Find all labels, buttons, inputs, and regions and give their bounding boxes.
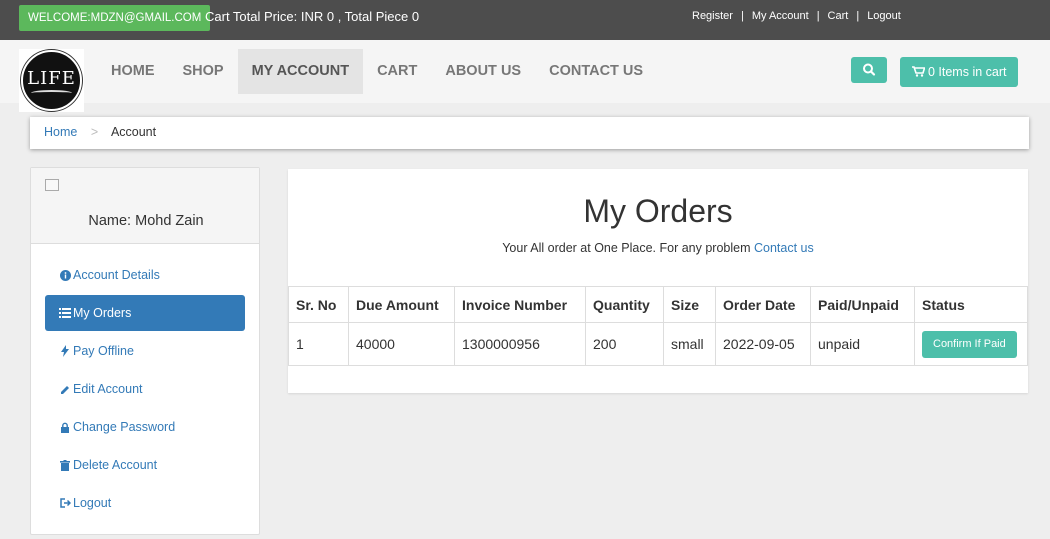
sidebar-item-change-password[interactable]: Change Password [45,409,245,445]
sidebar-item-label: My Orders [73,306,132,320]
breadcrumb-home[interactable]: Home [44,125,77,139]
lock-icon [59,421,71,433]
cart-button-label: 0 Items in cart [927,65,1007,79]
logout-link[interactable]: Logout [867,10,901,22]
nav-home[interactable]: HOME [97,49,169,94]
logo-emblem: LIFE [21,50,82,111]
column-header: Due Amount [348,286,455,323]
sidebar-item-delete-account[interactable]: Delete Account [45,447,245,483]
info-icon [59,269,71,281]
sidebar-item-edit-account[interactable]: Edit Account [45,371,245,407]
column-header: Invoice Number [454,286,586,323]
column-header: Sr. No [288,286,349,323]
sidebar-item-pay-offline[interactable]: Pay Offline [45,333,245,369]
bolt-icon [59,345,71,357]
cell-paid-status: unpaid [810,322,915,366]
separator: | [740,10,744,22]
sidebar-item-account-details[interactable]: Account Details [45,257,245,293]
nav-my-account[interactable]: MY ACCOUNT [237,49,364,94]
sidebar-item-logout[interactable]: Logout [45,485,245,521]
sidebar-item-label: Logout [73,496,112,510]
shopping-cart-icon [911,66,926,77]
subtitle-text: Your All order at One Place. For any pro… [502,241,754,255]
cart-total-info: Cart Total Price: INR 0 , Total Piece 0 [205,9,420,24]
main-navbar: LIFE HOME SHOP MY ACCOUNT CART ABOUT US … [0,40,1050,112]
sidebar-item-label: Pay Offline [73,344,134,358]
trash-icon [59,459,71,471]
search-button[interactable] [851,57,887,83]
site-logo[interactable]: LIFE [19,49,84,112]
nav-about-us[interactable]: ABOUT US [431,49,535,94]
breadcrumb: Home > Account [30,117,1029,149]
sidebar-item-label: Delete Account [73,458,158,472]
nav-shop[interactable]: SHOP [169,49,238,94]
cell-quantity: 200 [585,322,664,366]
cell-status: Confirm If Paid [914,322,1028,366]
sidebar-item-label: Account Details [73,268,160,282]
register-link[interactable]: Register [692,10,733,22]
welcome-badge: WELCOME:MDZN@GMAIL.COM [19,5,211,31]
nav-menu: HOME SHOP MY ACCOUNT CART ABOUT US CONTA… [97,49,657,94]
breadcrumb-separator: > [90,125,99,139]
breadcrumb-current: Account [110,125,157,139]
nav-contact-us[interactable]: CONTACT US [535,49,657,94]
search-icon [863,63,876,76]
cell-due-amount: 40000 [348,322,455,366]
cell-size: small [663,322,716,366]
page-subtitle: Your All order at One Place. For any pro… [288,241,1028,255]
logo-text: LIFE [27,68,76,89]
sidebar-item-label: Edit Account [73,382,143,396]
confirm-if-paid-button[interactable]: Confirm If Paid [922,330,1017,358]
cell-sr-no: 1 [288,322,349,366]
cell-order-date: 2022-09-05 [715,322,811,366]
sidebar-item-my-orders[interactable]: My Orders [45,295,245,331]
column-header: Order Date [715,286,811,323]
sidebar-item-label: Change Password [73,420,176,434]
account-sidebar: Name: Mohd Zain Account Details My Order… [30,167,260,535]
table-header-row: Sr. No Due Amount Invoice Number Quantit… [288,286,1028,323]
profile-header: Name: Mohd Zain [31,168,259,244]
cell-invoice-number: 1300000956 [454,322,586,366]
page-title: My Orders [583,193,733,229]
my-account-link[interactable]: My Account [752,10,809,22]
separator: | [856,10,860,22]
orders-panel: My Orders Your All order at One Place. F… [288,169,1028,393]
cart-button[interactable]: 0 Items in cart [900,57,1018,87]
top-links: Register | My Account | Cart | Logout [692,10,901,22]
table-row: 1 40000 1300000956 200 small 2022-09-05 … [288,322,1028,366]
logo-swoosh [31,90,72,96]
cart-link[interactable]: Cart [828,10,849,22]
separator: | [816,10,820,22]
profile-name: Name: Mohd Zain [88,213,204,229]
orders-table: Sr. No Due Amount Invoice Number Quantit… [288,286,1028,366]
column-header: Status [914,286,1028,323]
column-header: Paid/Unpaid [810,286,915,323]
nav-cart[interactable]: CART [363,49,431,94]
column-header: Size [663,286,716,323]
contact-us-link[interactable]: Contact us [754,241,814,255]
top-bar: WELCOME:MDZN@GMAIL.COM Cart Total Price:… [0,0,1050,40]
pencil-icon [59,383,71,395]
profile-image [45,179,59,191]
logout-icon [59,497,71,509]
list-icon [59,307,71,319]
account-menu: Account Details My Orders Pay Offline Ed… [45,257,245,523]
column-header: Quantity [585,286,664,323]
